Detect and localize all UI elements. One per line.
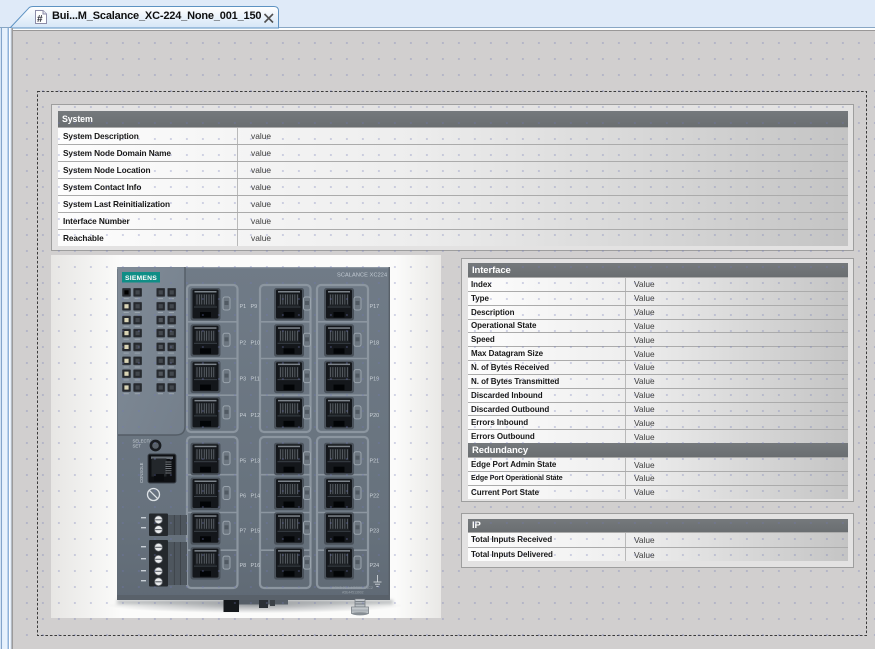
svg-text:P3: P3 xyxy=(240,377,247,383)
svg-text:P4: P4 xyxy=(240,413,247,419)
svg-text:6GK5 224-4GS00-2AC2: 6GK5 224-4GS00-2AC2 xyxy=(332,586,373,590)
svg-text:P14: P14 xyxy=(251,494,261,500)
svg-text:P13: P13 xyxy=(251,459,261,465)
svg-text:P11: P11 xyxy=(251,377,260,383)
svg-text:CONSOLE: CONSOLE xyxy=(139,462,144,483)
svg-text:P10: P10 xyxy=(251,340,261,346)
svg-text:P15: P15 xyxy=(251,528,261,534)
svg-text:P16: P16 xyxy=(251,563,261,569)
svg-text:P19: P19 xyxy=(370,377,380,383)
svg-text:P21: P21 xyxy=(370,459,380,465)
svg-text:SCALANCE XC224: SCALANCE XC224 xyxy=(337,273,387,279)
svg-text:P22: P22 xyxy=(370,494,380,500)
svg-text:P12: P12 xyxy=(251,413,261,419)
svg-text:P6: P6 xyxy=(240,494,247,500)
svg-text:P1: P1 xyxy=(240,304,247,310)
svg-text:P9: P9 xyxy=(251,304,258,310)
svg-text:SIEMENS: SIEMENS xyxy=(125,275,157,282)
svg-text:A5E44513902: A5E44513902 xyxy=(342,591,364,595)
svg-text:P23: P23 xyxy=(370,528,380,534)
svg-text:P5: P5 xyxy=(240,459,247,465)
svg-text:SET: SET xyxy=(133,444,142,449)
svg-text:P7: P7 xyxy=(240,528,247,534)
svg-text:#: # xyxy=(37,14,43,25)
svg-text:P18: P18 xyxy=(370,340,380,346)
svg-text:P17: P17 xyxy=(370,304,380,310)
svg-text:P24: P24 xyxy=(370,563,380,569)
svg-text:P8: P8 xyxy=(240,563,247,569)
svg-text:P2: P2 xyxy=(240,340,247,346)
svg-text:P20: P20 xyxy=(370,413,380,419)
